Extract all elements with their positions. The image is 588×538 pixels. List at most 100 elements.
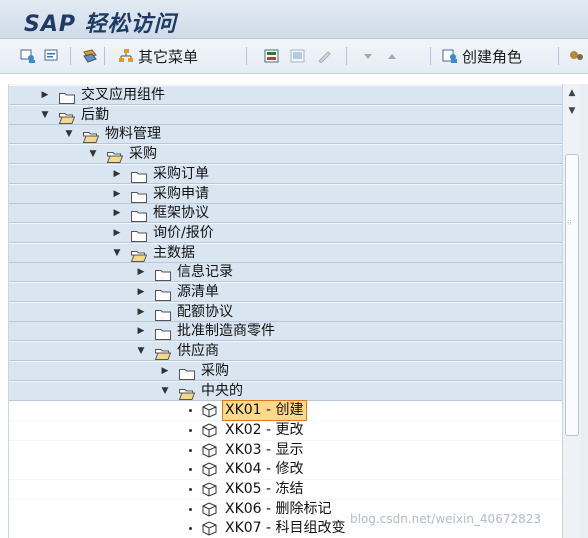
sap-menu-icon[interactable]: [44, 46, 60, 66]
tree-item-label[interactable]: XK05 - 冻结: [225, 480, 304, 499]
toolbar-separator: [430, 47, 431, 65]
collapse-arrow-icon[interactable]: ▼: [160, 386, 170, 396]
folder-open-icon: [82, 128, 100, 144]
tree-item-label[interactable]: 源清单: [177, 283, 219, 302]
tree-item-label[interactable]: 主数据: [153, 244, 195, 263]
tree-item-label[interactable]: 后勤: [81, 106, 109, 125]
create-role-button[interactable]: 创建角色: [442, 46, 522, 66]
tree-folder-row[interactable]: ▼ 物料管理: [9, 125, 563, 145]
tree-folder-row[interactable]: ▼ 供应商: [9, 342, 563, 362]
tree-item-label[interactable]: XK01 - 创建: [222, 400, 307, 422]
scroll-down-icon[interactable]: ▼: [563, 104, 581, 118]
tree-folder-row[interactable]: ▼ 中央的: [9, 381, 563, 401]
folder-icon: [131, 207, 147, 223]
folder-icon: [155, 306, 171, 321]
edit-pencil-icon[interactable]: [316, 46, 332, 66]
expand-arrow-icon[interactable]: ▶: [112, 228, 122, 238]
move-up-icon[interactable]: [384, 46, 400, 66]
expand-arrow-icon[interactable]: ▶: [40, 90, 50, 100]
collapse-arrow-icon[interactable]: ▼: [136, 346, 146, 356]
change-favorite-icon[interactable]: [290, 46, 306, 66]
expand-arrow-icon[interactable]: ▶: [112, 189, 122, 199]
tree-item-label[interactable]: 框架协议: [153, 204, 209, 223]
tree-item-label[interactable]: 物料管理: [105, 125, 161, 144]
tree-item-label[interactable]: 供应商: [177, 342, 219, 361]
tree-item-label[interactable]: XK07 - 科目组改变: [225, 519, 346, 538]
collapse-arrow-icon[interactable]: ▼: [40, 110, 50, 120]
tree-item-label[interactable]: 采购申请: [153, 185, 209, 204]
add-favorite-icon[interactable]: [264, 46, 280, 66]
collapse-arrow-icon[interactable]: ▼: [64, 129, 74, 139]
tree-folder-row[interactable]: ▶ 询价/报价: [9, 223, 563, 243]
expand-arrow-icon[interactable]: ▶: [112, 169, 122, 179]
window-edge: [581, 84, 588, 538]
tree-item-label[interactable]: 采购: [129, 145, 157, 164]
tree-folder-row[interactable]: ▶ 框架协议: [9, 204, 563, 224]
favorites-icon[interactable]: [82, 46, 98, 66]
bullet-icon: [189, 507, 192, 511]
expand-arrow-icon[interactable]: ▶: [112, 208, 122, 218]
transaction-cube-icon: [201, 502, 218, 517]
scroll-thumb[interactable]: [565, 154, 579, 436]
assign-users-icon[interactable]: [568, 46, 584, 66]
scroll-up-icon[interactable]: ▲: [563, 86, 581, 100]
tree-folder-row[interactable]: ▶ 采购申请: [9, 184, 563, 204]
tree-folder-row[interactable]: ▶ 信息记录: [9, 263, 563, 283]
move-down-icon[interactable]: [360, 46, 376, 66]
transaction-cube-icon: [201, 462, 218, 477]
tree-item-label[interactable]: XK04 - 修改: [225, 460, 304, 479]
create-role-label: 创建角色: [462, 47, 523, 66]
expand-arrow-icon[interactable]: ▶: [136, 287, 146, 297]
folder-open-icon: [106, 148, 124, 164]
collapse-arrow-icon[interactable]: ▼: [112, 248, 122, 258]
tree-item-label[interactable]: 中央的: [201, 382, 243, 401]
toolbar-separator: [346, 47, 347, 65]
tree-item-label[interactable]: 配额协议: [177, 303, 233, 322]
tree-folder-row[interactable]: ▶ 交叉应用组件: [9, 86, 563, 105]
expand-arrow-icon[interactable]: ▶: [136, 307, 146, 317]
folder-open-icon: [130, 247, 148, 262]
toolbar-separator: [70, 47, 71, 65]
tree-folder-row[interactable]: ▶ 批准制造商零件: [9, 322, 563, 342]
tree-item-label[interactable]: 信息记录: [177, 263, 233, 282]
expand-arrow-icon[interactable]: ▶: [136, 326, 146, 336]
bullet-icon: [189, 448, 192, 452]
tree-transaction-row[interactable]: XK04 - 修改: [9, 460, 563, 480]
user-menu-icon[interactable]: [20, 46, 36, 66]
bullet-icon: [189, 409, 192, 413]
tree-folder-row[interactable]: ▼ 采购: [9, 145, 563, 165]
bullet-icon: [189, 488, 192, 491]
tree-transaction-row[interactable]: XK05 - 冻结: [9, 480, 563, 499]
tree-item-label[interactable]: 交叉应用组件: [81, 86, 165, 105]
tree-item-label[interactable]: XK06 - 删除标记: [225, 500, 332, 519]
menu-tree[interactable]: ▶ 交叉应用组件 ▼ 后勤 ▼ 物料管理 ▼ 采购 ▶ 采购订单 ▶ 采购申请 ▶ 框架协议 ▶ 询价/报价 ▼…: [8, 84, 563, 538]
tree-folder-row[interactable]: ▶ 源清单: [9, 283, 563, 302]
vertical-scrollbar[interactable]: ▲ ▼ ⁝⁝: [562, 84, 581, 538]
tree-folder-row[interactable]: ▶ 采购: [9, 361, 563, 381]
tree-transaction-row[interactable]: XK01 - 创建: [9, 400, 563, 422]
toolbar-separator: [104, 47, 105, 65]
tree-item-label[interactable]: 询价/报价: [153, 224, 214, 243]
tree-item-label[interactable]: XK02 - 更改: [225, 421, 304, 440]
tree-item-label[interactable]: 采购订单: [153, 165, 209, 184]
folder-icon: [59, 89, 75, 104]
tree-item-label[interactable]: XK03 - 显示: [225, 441, 304, 460]
tree-transaction-row[interactable]: XK02 - 更改: [9, 420, 563, 440]
other-menu-button[interactable]: 其它菜单: [118, 46, 198, 66]
folder-open-icon: [178, 385, 196, 400]
folder-icon: [131, 188, 147, 203]
tree-transaction-row[interactable]: XK03 - 显示: [9, 440, 563, 460]
toolbar: 其它菜单 创建角色: [0, 39, 588, 74]
collapse-arrow-icon[interactable]: ▼: [88, 149, 98, 159]
expand-arrow-icon[interactable]: ▶: [136, 267, 146, 277]
tree-item-label[interactable]: 采购: [201, 362, 229, 381]
tree-folder-row[interactable]: ▼ 后勤: [9, 105, 563, 125]
folder-open-icon: [58, 109, 76, 124]
folder-icon: [155, 325, 171, 341]
tree-item-label[interactable]: 批准制造商零件: [177, 322, 275, 341]
tree-folder-row[interactable]: ▶ 采购订单: [9, 164, 563, 184]
tree-folder-row[interactable]: ▼ 主数据: [9, 243, 563, 263]
tree-folder-row[interactable]: ▶ 配额协议: [9, 302, 563, 322]
expand-arrow-icon[interactable]: ▶: [160, 366, 170, 376]
folder-open-icon: [154, 345, 172, 361]
